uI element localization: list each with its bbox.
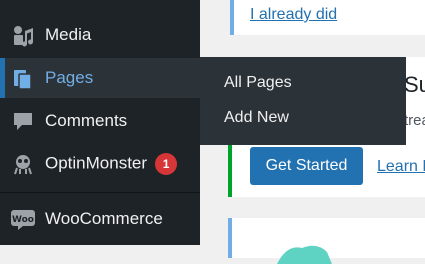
submenu-item-all-pages[interactable]: All Pages: [224, 74, 292, 92]
sidebar-item-label-wrap: OptinMonster 1: [45, 153, 178, 175]
notice-text: trea: [404, 112, 425, 129]
already-did-link[interactable]: I already did: [250, 6, 337, 24]
admin-sidebar: Media Pages Comments OptinMonster 1 Woo …: [0, 0, 200, 245]
woocommerce-icon: Woo: [10, 206, 36, 232]
sidebar-item-comments[interactable]: Comments: [0, 101, 200, 141]
notice-bottom: [228, 218, 425, 264]
notice-title: Su: [404, 72, 425, 98]
notice-text-text: trea: [404, 112, 425, 129]
current-indicator: [0, 58, 5, 98]
sidebar-item-woocommerce[interactable]: Woo WooCommerce: [0, 199, 200, 239]
sidebar-item-label: Comments: [45, 111, 128, 130]
media-icon: [10, 22, 36, 48]
menu-separator: [0, 192, 200, 193]
comments-icon: [10, 108, 36, 134]
learn-more-link[interactable]: Learn M: [377, 158, 425, 176]
sidebar-item-media[interactable]: Media: [0, 15, 200, 55]
svg-text:Woo: Woo: [12, 215, 34, 225]
pages-submenu: All Pages Add New: [200, 57, 406, 145]
flyout-arrow: [188, 68, 200, 90]
sidebar-item-optinmonster[interactable]: OptinMonster 1: [0, 144, 200, 184]
notice-top: I already did: [230, 0, 425, 35]
submenu-item-add-new[interactable]: Add New: [224, 109, 289, 127]
optinmonster-icon: [10, 151, 36, 177]
sidebar-item-label: OptinMonster: [45, 153, 148, 173]
sidebar-item-pages[interactable]: Pages: [0, 58, 200, 98]
get-started-button[interactable]: Get Started: [250, 147, 363, 185]
notice-title-text: Su: [404, 72, 425, 97]
decorative-graphic-icon: [277, 245, 332, 264]
pages-icon: [10, 65, 36, 91]
notification-badge: 1: [155, 153, 178, 175]
sidebar-item-label: Media: [45, 25, 92, 44]
sidebar-item-label: Pages: [45, 68, 94, 87]
sidebar-item-label: WooCommerce: [45, 209, 163, 228]
